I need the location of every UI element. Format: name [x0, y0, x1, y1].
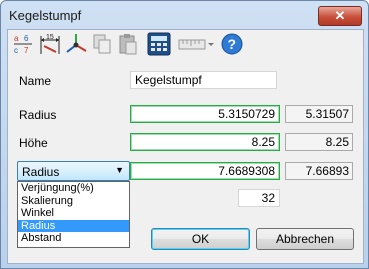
svg-text:?: ?: [228, 36, 237, 52]
dialog-window: Kegelstumpf ✕ a 6 c 7 15 ? Name Kegelstu…: [0, 0, 369, 269]
dropdown-option-selected[interactable]: Radius: [18, 219, 129, 232]
dropdown-option[interactable]: Winkel: [18, 207, 129, 220]
ruler-dropdown-icon[interactable]: [178, 32, 216, 56]
dropdown-option[interactable]: Abstand: [18, 232, 129, 245]
chevron-down-icon: ▼: [115, 165, 124, 175]
name-input[interactable]: Kegelstumpf: [130, 71, 277, 89]
radius-input[interactable]: 5.3150729: [130, 105, 280, 123]
combo-value-input[interactable]: 7.6689308: [130, 162, 280, 180]
ok-button[interactable]: OK: [151, 228, 250, 250]
dropdown-option[interactable]: Verjüngung(%): [18, 182, 129, 195]
help-icon[interactable]: ?: [220, 32, 244, 56]
axes-3d-icon[interactable]: [64, 32, 88, 56]
hoehe-result: 8.25: [285, 133, 353, 151]
close-button[interactable]: ✕: [318, 6, 362, 26]
radius-label: Radius: [19, 108, 57, 122]
window-title: Kegelstumpf: [9, 8, 82, 23]
fraction-numbers-icon[interactable]: a 6 c 7: [12, 32, 36, 56]
count-input[interactable]: 32: [238, 189, 280, 207]
paste-icon[interactable]: [116, 32, 140, 56]
cancel-button[interactable]: Abbrechen: [256, 228, 354, 250]
measure-15-icon[interactable]: 15: [38, 32, 62, 56]
parameter-combo[interactable]: Radius ▼: [17, 161, 130, 181]
svg-text:7: 7: [24, 46, 29, 55]
hoehe-input[interactable]: 8.25: [130, 133, 280, 151]
parameter-dropdown-list: Verjüngung(%) Skalierung Winkel Radius A…: [17, 181, 130, 248]
calculator-icon[interactable]: [146, 32, 172, 56]
name-label: Name: [19, 74, 52, 88]
close-icon: ✕: [334, 8, 346, 23]
title-bar[interactable]: Kegelstumpf ✕: [1, 1, 368, 29]
combo-selected: Radius: [22, 165, 60, 179]
toolbar: a 6 c 7 15 ?: [10, 32, 360, 58]
dialog-client: a 6 c 7 15 ? Name Kegelstumpf Radius 5.3…: [7, 29, 364, 264]
combo-result: 7.66893: [285, 162, 353, 180]
hoehe-label: Höhe: [19, 136, 48, 150]
svg-text:c: c: [14, 46, 18, 55]
svg-text:15: 15: [46, 34, 54, 41]
radius-result: 5.31507: [285, 105, 353, 123]
copy-icon[interactable]: [90, 32, 114, 56]
svg-text:a: a: [14, 34, 19, 43]
dropdown-option[interactable]: Skalierung: [18, 195, 129, 208]
svg-text:6: 6: [24, 34, 29, 43]
